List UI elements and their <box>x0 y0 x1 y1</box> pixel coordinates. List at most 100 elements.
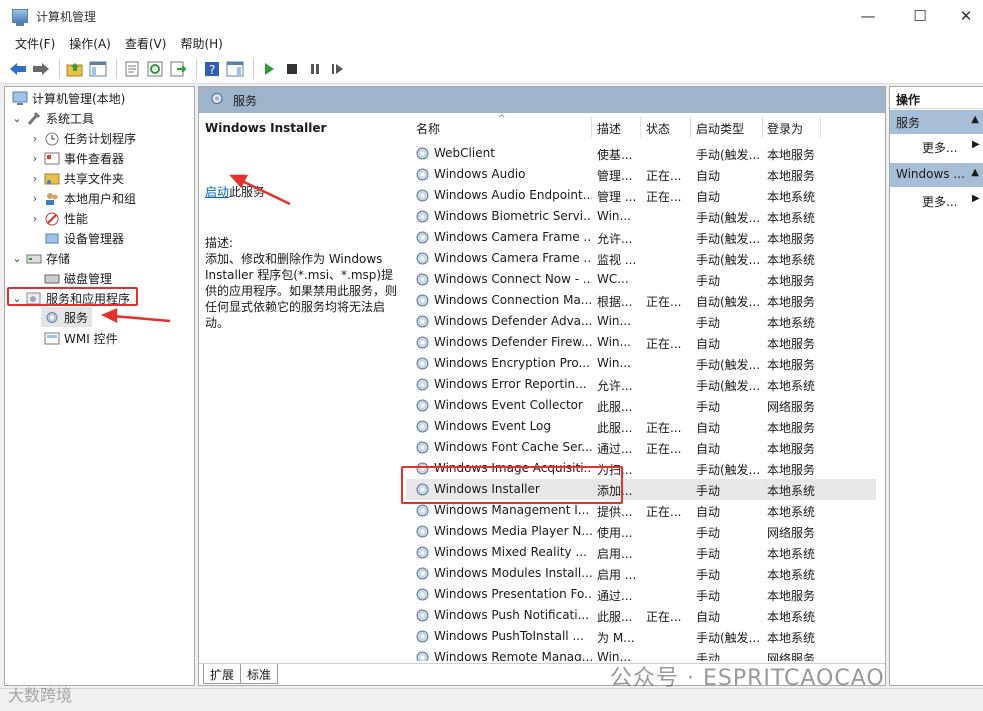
actions-group-services[interactable]: 服务 ▲ <box>890 110 983 134</box>
service-row[interactable]: Windows PushToInstall ... 为 M... 手动(触发... 本… <box>406 626 876 647</box>
properties-icon[interactable] <box>122 59 142 79</box>
clock-icon <box>44 131 60 146</box>
service-logon-cell: 本地服务 <box>767 274 816 288</box>
service-row[interactable]: Windows Defender Adva... Win... 手动 本地系统 <box>406 311 876 332</box>
service-name-cell: Windows Push Notificati... <box>434 608 590 622</box>
service-row[interactable]: Windows Encryption Pro... Win... 手动(触发... 本… <box>406 353 876 374</box>
service-row[interactable]: Windows Remote Manag... Win... 手动 网络服务 <box>406 647 876 661</box>
pane-header: 服务 <box>199 87 885 113</box>
collapse-up-icon[interactable]: ▲ <box>971 114 979 125</box>
column-status[interactable]: 状态 <box>646 120 670 137</box>
service-row[interactable]: Windows Event Log 此服... 正在... 自动 本地服务 <box>406 416 876 437</box>
export-icon[interactable] <box>168 59 188 79</box>
service-description-cell: Win... <box>597 209 631 223</box>
chevron-right-icon[interactable]: › <box>29 172 41 185</box>
chevron-down-icon[interactable]: ⌄ <box>11 112 23 125</box>
service-row[interactable]: Windows Connection Ma... 根据... 正在... 自动(触发.… <box>406 290 876 311</box>
tree-label: 任务计划程序 <box>64 131 137 146</box>
back-icon[interactable] <box>8 59 28 79</box>
service-row[interactable]: Windows Modules Install... 启用 ... 手动 本地系统 <box>406 563 876 584</box>
tab-standard[interactable]: 标准 <box>240 664 279 684</box>
tree-item-device-manager[interactable]: 设备管理器 <box>41 228 124 248</box>
service-row[interactable]: Windows Font Cache Ser... 通过... 正在... 自动 本地服… <box>406 437 876 458</box>
svg-text:?: ? <box>209 63 215 77</box>
chevron-right-icon[interactable]: › <box>29 152 41 165</box>
column-divider[interactable] <box>820 116 821 138</box>
refresh-icon[interactable] <box>145 59 165 79</box>
start-service-link[interactable]: 启动 <box>205 185 229 199</box>
tab-extended[interactable]: 扩展 <box>203 664 242 684</box>
tree-item-disk-management[interactable]: 磁盘管理 <box>41 268 112 288</box>
minimize-button[interactable]: — <box>845 0 891 32</box>
tree-item-shared-folders[interactable]: › 共享文件夹 <box>29 168 124 188</box>
service-row[interactable]: Windows Event Collector 此服... 手动 网络服务 <box>406 395 876 416</box>
restart-service-icon[interactable] <box>328 59 348 79</box>
tree-item-event-viewer[interactable]: › 事件查看器 <box>29 148 124 168</box>
service-row[interactable]: Windows Error Reportin... 允许... 手动(触发... 本地… <box>406 374 876 395</box>
forward-icon[interactable] <box>31 59 51 79</box>
start-service-line: 启动此服务 <box>205 183 265 200</box>
chevron-right-icon[interactable]: › <box>29 192 41 205</box>
more-label: 更多... <box>922 195 958 209</box>
tree-item-services[interactable]: 服务 <box>41 307 93 327</box>
show-hide-tree-icon[interactable] <box>88 59 108 79</box>
tree-item-local-users[interactable]: › 本地用户和组 <box>29 188 136 208</box>
tree-item-system-tools[interactable]: ⌄ 系统工具 <box>11 108 94 128</box>
collapse-up-icon[interactable]: ▲ <box>971 167 979 178</box>
chevron-right-icon[interactable]: › <box>29 212 41 225</box>
actions-more-services[interactable]: 更多... ▶ <box>922 139 980 156</box>
stop-service-icon[interactable] <box>282 59 302 79</box>
tree-item-performance[interactable]: › 性能 <box>29 208 88 228</box>
show-hide-action-pane-icon[interactable] <box>225 59 245 79</box>
service-name-cell: Windows Camera Frame ... <box>434 251 592 265</box>
service-row[interactable]: WebClient 使基... 手动(触发... 本地服务 <box>406 143 876 164</box>
service-description-cell: 提供... <box>597 505 633 519</box>
help-icon[interactable]: ? <box>202 59 222 79</box>
up-folder-icon[interactable] <box>65 59 85 79</box>
menu-help[interactable]: 帮助(H) <box>173 35 229 52</box>
service-row[interactable]: Windows Presentation Fo... 通过... 手动 本地服务 <box>406 584 876 605</box>
computer-management-icon <box>12 9 28 26</box>
chevron-down-icon[interactable]: ⌄ <box>11 252 23 265</box>
service-logon-cell: 本地系统 <box>767 610 816 624</box>
gear-icon <box>416 567 429 580</box>
gear-icon <box>416 189 429 202</box>
service-description-cell: Win... <box>597 356 631 370</box>
pause-service-icon[interactable] <box>305 59 325 79</box>
annotation-box-windows-installer <box>401 466 623 504</box>
service-row[interactable]: Windows Audio 管理... 正在... 自动 本地服务 <box>406 164 876 185</box>
start-service-icon[interactable] <box>259 59 279 79</box>
service-row[interactable]: Windows Camera Frame ... 允许... 手动(触发... 本地服… <box>406 227 876 248</box>
menu-action[interactable]: 操作(A) <box>62 35 118 52</box>
column-description[interactable]: 描述 <box>597 120 621 137</box>
menu-file[interactable]: 文件(F) <box>8 35 62 52</box>
service-row[interactable]: Windows Camera Frame ... 监视 ... 手动(触发... 本地… <box>406 248 876 269</box>
service-row[interactable]: Windows Biometric Servi... Win... 手动(触发...… <box>406 206 876 227</box>
chevron-right-icon[interactable]: › <box>29 132 41 145</box>
column-divider[interactable] <box>640 116 641 138</box>
column-logon-as[interactable]: 登录为 <box>767 120 803 137</box>
service-row[interactable]: Windows Connect Now - ... WC... 手动 本地服务 <box>406 269 876 290</box>
tree-item-root[interactable]: 计算机管理(本地) <box>9 88 125 108</box>
actions-more-windows[interactable]: 更多... ▶ <box>922 193 980 210</box>
menu-view[interactable]: 查看(V) <box>118 35 174 52</box>
maximize-button[interactable]: ☐ <box>897 0 943 32</box>
actions-group-windows[interactable]: Windows ... ▲ <box>890 163 983 187</box>
tree-item-task-scheduler[interactable]: › 任务计划程序 <box>29 128 136 148</box>
column-divider[interactable] <box>690 116 691 138</box>
service-row[interactable]: Windows Media Player N... 使用... 手动 网络服务 <box>406 521 876 542</box>
service-row[interactable]: Windows Defender Firew... Win... 正在... 自动 本地… <box>406 332 876 353</box>
service-startup-cell: 手动 <box>696 316 721 330</box>
column-divider[interactable] <box>762 116 763 138</box>
service-startup-cell: 手动(触发... <box>696 211 761 225</box>
column-startup-type[interactable]: 启动类型 <box>696 120 744 137</box>
service-row[interactable]: Windows Audio Endpoint... 管理 ... 正在... 自动 本地… <box>406 185 876 206</box>
service-row[interactable]: Windows Push Notificati... 此服... 正在... 自动 本地… <box>406 605 876 626</box>
tree-item-storage[interactable]: ⌄ 存储 <box>11 248 70 268</box>
close-button[interactable]: ✕ <box>943 0 983 32</box>
tree-item-wmi[interactable]: WMI 控件 <box>41 328 118 348</box>
column-divider[interactable] <box>591 116 592 138</box>
column-name[interactable]: 名称 <box>416 120 440 137</box>
start-service-suffix: 此服务 <box>229 185 266 199</box>
service-row[interactable]: Windows Mixed Reality ... 启用... 手动 本地系统 <box>406 542 876 563</box>
